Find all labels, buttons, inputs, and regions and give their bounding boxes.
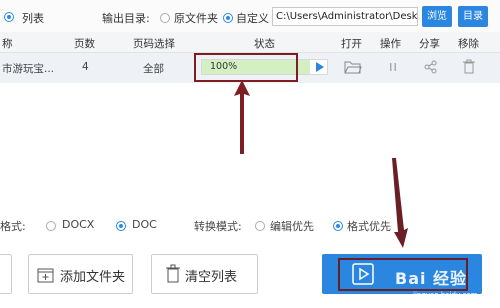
- add-folder-label: 添加文件夹: [60, 270, 126, 285]
- doc-radio[interactable]: [116, 219, 126, 232]
- col-share-header: 分享: [419, 38, 440, 50]
- annotation-arrow-down: [392, 158, 408, 248]
- custom-folder-radio[interactable]: [223, 11, 233, 24]
- docx-radio[interactable]: [46, 219, 56, 232]
- format-first-label: 格式优先: [347, 220, 391, 233]
- edit-first-label: 编辑优先: [270, 220, 314, 233]
- play-icon[interactable]: [315, 62, 325, 72]
- list-view-radio[interactable]: [4, 10, 14, 23]
- col-pages-header: 页数: [74, 38, 95, 50]
- add-file-button[interactable]: [0, 254, 12, 294]
- row-page-select[interactable]: 全部: [143, 61, 164, 76]
- browse-button[interactable]: 浏览: [422, 6, 452, 27]
- add-folder-button[interactable]: 添加文件夹: [28, 254, 133, 294]
- folder-open-icon[interactable]: [344, 60, 362, 74]
- pause-icon[interactable]: [388, 61, 398, 73]
- baidu-watermark-url: jingyan.baidu.com: [413, 291, 478, 299]
- clear-list-icon: [166, 264, 180, 283]
- col-action-header: 操作: [380, 38, 401, 50]
- custom-folder-label: 自定义: [236, 12, 269, 25]
- output-dir-label: 输出目录:: [102, 12, 150, 25]
- status-highlight-annotation: [194, 53, 298, 82]
- clear-list-button[interactable]: 清空列表: [151, 254, 258, 294]
- annotation-arrow-up: [234, 80, 250, 154]
- col-open-header: 打开: [341, 38, 362, 50]
- col-name-header: 称: [2, 38, 13, 50]
- catalog-button[interactable]: 目录: [458, 6, 488, 27]
- doc-label: DOC: [132, 218, 157, 231]
- col-remove-header: 移除: [458, 38, 479, 50]
- row-page-count: 4: [82, 61, 89, 73]
- output-format-label: 格式:: [0, 220, 26, 233]
- list-view-label: 列表: [22, 12, 44, 25]
- edit-first-radio[interactable]: [255, 219, 265, 232]
- share-icon[interactable]: [424, 60, 438, 74]
- row-file-name: 市游玩宝...: [2, 63, 55, 75]
- format-first-radio[interactable]: [333, 219, 343, 232]
- output-path-input[interactable]: C:\Users\Administrator\Deskto: [272, 7, 418, 26]
- add-folder-icon: [37, 268, 54, 283]
- trash-icon[interactable]: [462, 59, 476, 74]
- original-folder-radio[interactable]: [160, 11, 170, 24]
- col-status-header: 状态: [254, 38, 275, 50]
- start-play-icon: [352, 263, 374, 285]
- clear-list-label: 清空列表: [185, 270, 238, 285]
- col-page-select-header: 页码选择: [133, 38, 175, 50]
- docx-label: DOCX: [62, 218, 95, 231]
- conversion-mode-label: 转换模式:: [194, 220, 242, 233]
- baidu-watermark: Bai 经验: [395, 269, 468, 288]
- original-folder-label: 原文件夹: [174, 12, 218, 25]
